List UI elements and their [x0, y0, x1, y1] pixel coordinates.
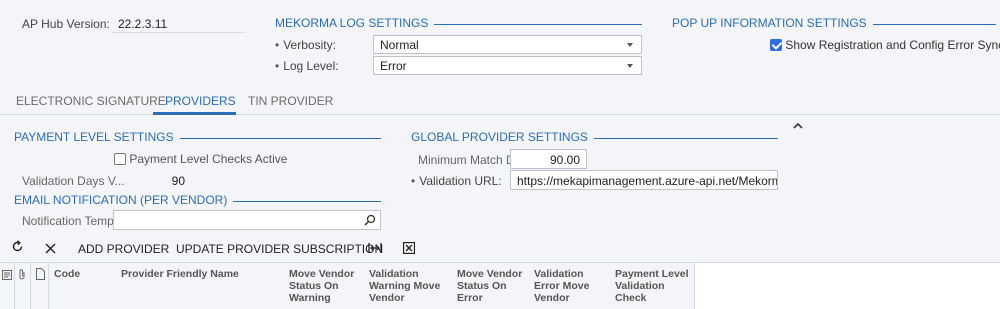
payment-level-title-text: PAYMENT LEVEL SETTINGS [14, 130, 174, 144]
validation-url-input[interactable]: https://mekapimanagement.azure-api.net/M… [510, 170, 778, 190]
column-header-code[interactable]: Code [54, 268, 114, 280]
column-header-provider-friendly-name[interactable]: Provider Friendly Name [121, 268, 281, 280]
chevron-down-icon [627, 43, 633, 47]
ap-hub-version-underline [112, 32, 246, 33]
update-subscription-button[interactable]: UPDATE PROVIDER SUBSCRIPTION [176, 242, 383, 256]
close-icon[interactable] [45, 241, 56, 257]
global-provider-title: GLOBAL PROVIDER SETTINGS [411, 130, 778, 144]
email-notification-title-text: EMAIL NOTIFICATION (PER VENDOR) [14, 193, 228, 207]
attachment-icon [18, 268, 26, 283]
grid-separator [48, 263, 49, 309]
log-settings-title-text: MEKORMA LOG SETTINGS [275, 16, 429, 30]
validation-days-value: 90 [171, 174, 185, 188]
checks-active-checkbox[interactable] [114, 153, 126, 165]
column-header-payment-level-check[interactable]: Payment Level Validation Check [615, 268, 689, 304]
checks-active-label: Payment Level Checks Active [129, 152, 288, 166]
email-notification-title: EMAIL NOTIFICATION (PER VENDOR) [14, 193, 381, 207]
tab-bar: ELECTRONIC SIGNATURE PROVIDERS TIN PROVI… [0, 87, 1000, 115]
min-match-value: 90.00 [549, 153, 580, 167]
active-tab-indicator [153, 112, 236, 115]
excel-export-icon[interactable] [403, 241, 416, 257]
chevron-up-icon[interactable] [793, 119, 803, 129]
validation-days-label: Validation Days V... [22, 174, 125, 188]
popup-settings-title-text: POP UP INFORMATION SETTINGS [672, 16, 867, 30]
show-errors-checkbox[interactable] [770, 39, 782, 51]
tab-electronic-signature[interactable]: ELECTRONIC SIGNATURE [16, 94, 166, 108]
payment-level-title: PAYMENT LEVEL SETTINGS [14, 130, 381, 144]
grid-separator [14, 263, 15, 309]
popup-settings-title: POP UP INFORMATION SETTINGS [672, 16, 996, 30]
column-header-error-move-vendor[interactable]: Validation Error Move Vendor [534, 268, 606, 304]
validation-url-value: https://mekapimanagement.azure-api.net/M… [517, 174, 777, 188]
log-settings-title: MEKORMA LOG SETTINGS [275, 16, 642, 30]
validation-url-label: Validation URL: [411, 174, 502, 188]
verbosity-label: Verbosity: [275, 38, 336, 52]
tab-tin-provider[interactable]: TIN PROVIDER [248, 94, 333, 108]
fit-columns-icon[interactable] [368, 241, 382, 257]
log-level-select[interactable]: Error [373, 56, 642, 75]
log-level-label: Log Level: [275, 59, 338, 73]
min-match-input[interactable]: 90.00 [510, 149, 587, 169]
verbosity-value: Normal [380, 38, 419, 52]
show-errors-label: Show Registration and Config Error Sync … [785, 38, 1000, 52]
column-header-move-status-warning[interactable]: Move Vendor Status On Warning [289, 268, 361, 304]
min-match-label: Minimum Match D... [418, 153, 525, 167]
grid-header: Code Provider Friendly Name Move Vendor … [0, 263, 695, 309]
file-icon [36, 268, 45, 283]
global-provider-title-text: GLOBAL PROVIDER SETTINGS [411, 130, 588, 144]
refresh-icon[interactable] [11, 240, 24, 256]
search-icon[interactable] [364, 214, 376, 229]
column-header-move-status-error[interactable]: Move Vendor Status On Error [457, 268, 527, 304]
add-provider-button[interactable]: ADD PROVIDER [78, 242, 169, 256]
log-level-value: Error [380, 59, 407, 73]
providers-grid: Code Provider Friendly Name Move Vendor … [0, 262, 1000, 309]
show-errors-checkbox-row[interactable]: Show Registration and Config Error Sync … [770, 38, 1000, 52]
checks-active-row[interactable]: Payment Level Checks Active [114, 152, 287, 166]
notes-icon [2, 269, 12, 283]
ap-hub-version-value: 22.2.3.11 [118, 17, 168, 31]
ap-hub-version-label: AP Hub Version: [22, 17, 110, 31]
tab-providers[interactable]: PROVIDERS [165, 94, 236, 108]
column-header-warning-move-vendor[interactable]: Validation Warning Move Vendor [369, 268, 449, 304]
notification-template-input[interactable] [113, 210, 381, 230]
notification-template-label: Notification Templ... [22, 214, 127, 228]
verbosity-select[interactable]: Normal [373, 35, 642, 54]
grid-separator [30, 263, 31, 309]
chevron-down-icon [627, 64, 633, 68]
